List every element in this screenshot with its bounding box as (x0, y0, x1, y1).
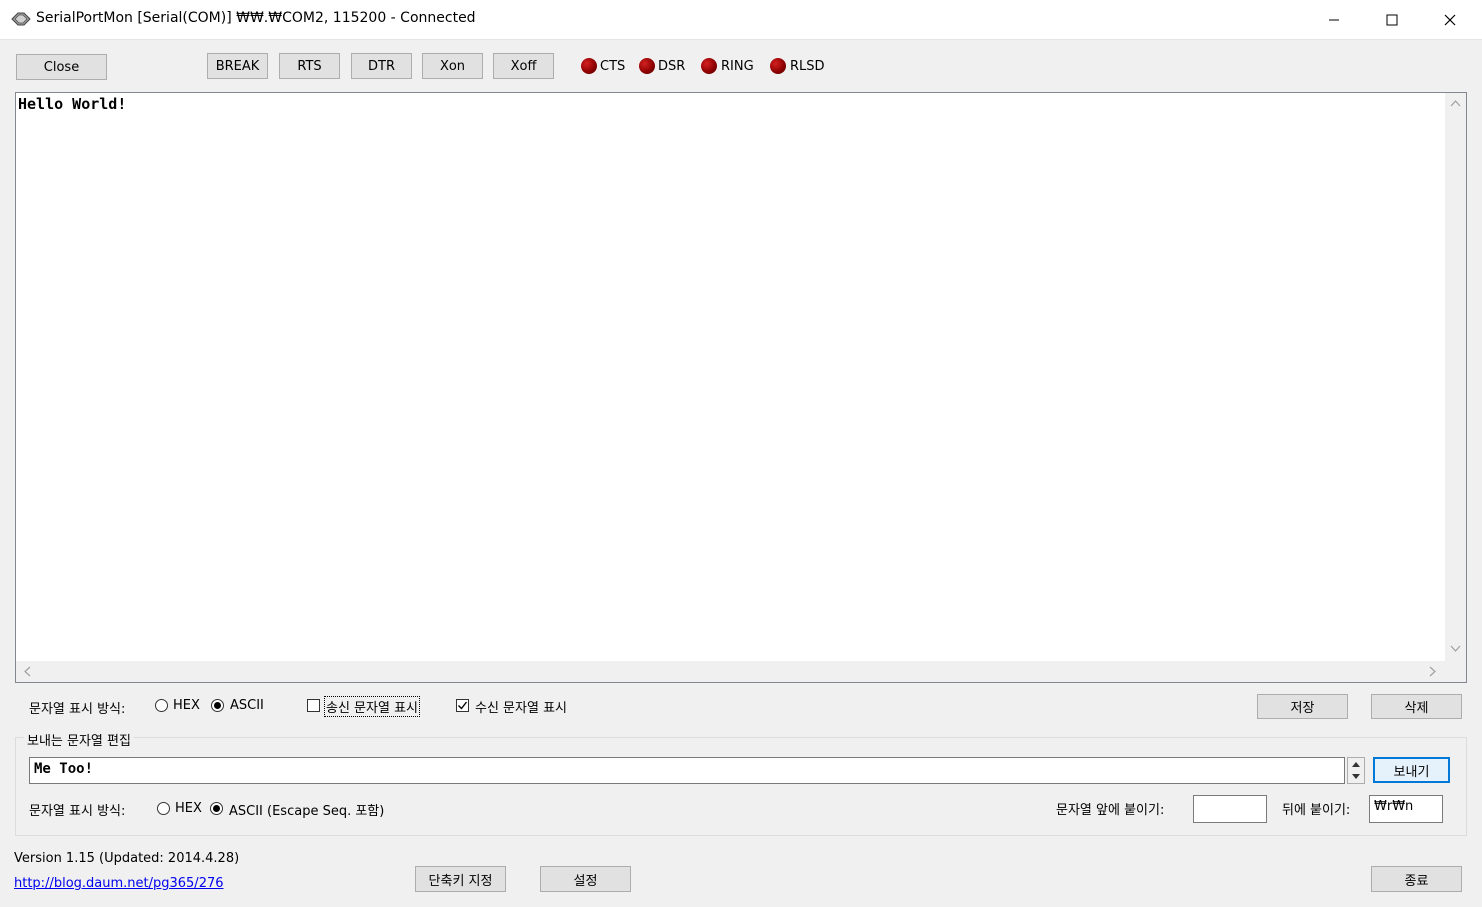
close-icon (1444, 14, 1456, 25)
ring-label: RING (721, 59, 754, 74)
spin-down-icon[interactable] (1352, 774, 1360, 780)
display-format-label: 문자열 표시 방식: (29, 702, 126, 717)
cts-led-icon (581, 58, 597, 74)
break-button[interactable]: BREAK (207, 53, 268, 79)
received-text: Hello World! (18, 95, 127, 113)
version-text: Version 1.15 (Updated: 2014.4.28) (14, 851, 240, 866)
close-window-button[interactable] (1421, 0, 1479, 39)
minimize-button[interactable] (1305, 0, 1363, 39)
prefix-input[interactable] (1193, 795, 1267, 823)
suffix-input[interactable]: ₩r₩n (1369, 795, 1443, 823)
xon-button[interactable]: Xon (422, 53, 483, 79)
close-port-button[interactable]: Close (16, 54, 107, 80)
rts-button[interactable]: RTS (279, 53, 340, 79)
scroll-right-icon[interactable] (1429, 666, 1437, 677)
exit-button[interactable]: 종료 (1371, 866, 1462, 892)
rlsd-label: RLSD (790, 59, 825, 74)
dtr-button[interactable]: DTR (351, 53, 412, 79)
show-sent-label[interactable]: 송신 문자열 표시 (324, 696, 420, 717)
show-recv-label[interactable]: 수신 문자열 표시 (475, 697, 567, 716)
display-ascii-label[interactable]: ASCII (230, 698, 264, 713)
send-group-title: 보내는 문자열 편집 (24, 730, 134, 749)
settings-button[interactable]: 설정 (540, 866, 631, 892)
send-ascii-label[interactable]: ASCII (Escape Seq. 포함) (229, 800, 384, 819)
minimize-icon (1329, 19, 1339, 20)
display-hex-radio[interactable] (155, 699, 168, 712)
window-title: SerialPortMon [Serial(COM)] ₩₩.₩COM2, 11… (36, 10, 476, 26)
suffix-label: 뒤에 붙이기: (1282, 803, 1351, 818)
prefix-label: 문자열 앞에 붙이기: (1056, 803, 1165, 818)
cts-label: CTS (600, 59, 626, 74)
scroll-up-icon[interactable] (1450, 99, 1461, 107)
history-spinner[interactable] (1347, 757, 1365, 784)
send-ascii-radio[interactable] (210, 802, 223, 815)
show-sent-checkbox[interactable] (307, 699, 320, 712)
vertical-scrollbar[interactable] (1445, 93, 1466, 661)
xoff-button[interactable]: Xoff (493, 53, 554, 79)
send-hex-label[interactable]: HEX (175, 801, 202, 816)
spin-up-icon[interactable] (1352, 761, 1360, 767)
ring-led-icon (701, 58, 717, 74)
maximize-button[interactable] (1363, 0, 1421, 39)
scroll-down-icon[interactable] (1450, 645, 1461, 653)
dsr-led-icon (639, 58, 655, 74)
maximize-icon (1386, 14, 1398, 25)
send-text-input[interactable]: Me Too! (29, 757, 1345, 784)
scrollbar-corner (1445, 661, 1466, 682)
display-ascii-radio[interactable] (211, 699, 224, 712)
dsr-label: DSR (658, 59, 686, 74)
rlsd-led-icon (770, 58, 786, 74)
send-hex-radio[interactable] (157, 802, 170, 815)
blog-link[interactable]: http://blog.daum.net/pg365/276 (14, 876, 224, 891)
send-button[interactable]: 보내기 (1373, 757, 1450, 783)
show-recv-checkbox[interactable] (456, 699, 469, 712)
checkmark-icon (458, 701, 468, 710)
delete-button[interactable]: 삭제 (1371, 694, 1462, 719)
receive-text-area[interactable]: Hello World! (15, 92, 1467, 683)
save-button[interactable]: 저장 (1257, 694, 1348, 719)
horizontal-scrollbar[interactable] (16, 661, 1445, 682)
title-bar: SerialPortMon [Serial(COM)] ₩₩.₩COM2, 11… (0, 0, 1482, 40)
shortcut-button[interactable]: 단축키 지정 (415, 866, 506, 892)
display-hex-label[interactable]: HEX (173, 698, 200, 713)
serial-port-app-icon (11, 12, 31, 26)
send-format-label: 문자열 표시 방식: (29, 804, 126, 819)
scroll-left-icon[interactable] (23, 666, 31, 677)
